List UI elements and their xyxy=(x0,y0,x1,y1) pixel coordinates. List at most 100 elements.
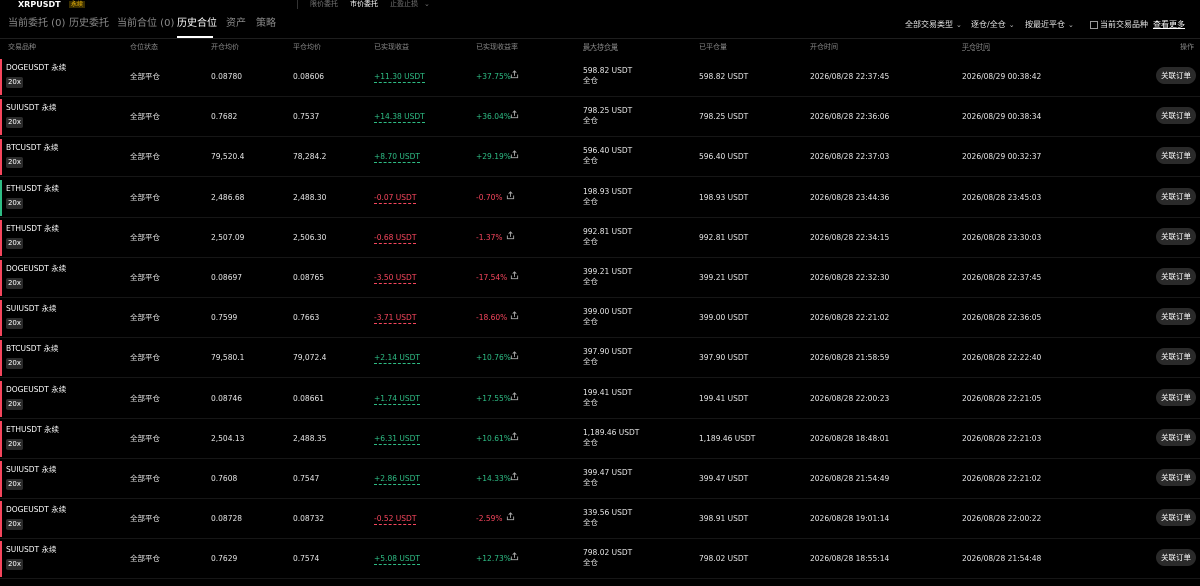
related-orders-button[interactable]: 关联订单 xyxy=(1156,187,1196,205)
related-orders-button[interactable]: 关联订单 xyxy=(1156,549,1196,567)
leverage-badge: 20x xyxy=(6,77,23,88)
chevron-down-icon[interactable]: ⌄ xyxy=(424,0,430,8)
share-icon[interactable] xyxy=(510,552,519,561)
share-icon[interactable] xyxy=(510,472,519,481)
row-realized-pnl[interactable]: +6.31 USDT xyxy=(374,434,420,445)
row-realized-pnl[interactable]: +11.30 USDT xyxy=(374,72,425,83)
share-icon[interactable] xyxy=(506,512,515,521)
tab-strategy[interactable]: 策略 xyxy=(256,17,276,31)
row-close-price: 0.7537 xyxy=(293,112,320,122)
row-symbol[interactable]: ETHUSDT 永续 xyxy=(6,425,59,434)
related-orders-button[interactable]: 关联订单 xyxy=(1156,147,1196,165)
related-orders-button[interactable]: 关联订单 xyxy=(1156,348,1196,366)
row-symbol[interactable]: SUIUSDT 永续 xyxy=(6,465,56,474)
table-row: ETHUSDT 永续 20x 全部平仓 2,507.09 2,506.30 -0.68 U… xyxy=(0,218,1200,258)
related-orders-button[interactable]: 关联订单 xyxy=(1156,227,1196,245)
related-orders-button[interactable]: 关联订单 xyxy=(1156,268,1196,285)
row-margin-mode: 全仓 xyxy=(583,437,598,447)
row-realized-pnl[interactable]: +5.08 USDT xyxy=(374,554,420,566)
tp-sl-tab[interactable]: 止盈止损 xyxy=(390,0,418,8)
margin-mode-filter[interactable]: 逐仓/全仓 ⌄ xyxy=(971,20,1015,30)
row-symbol[interactable]: BTCUSDT 永续 xyxy=(6,344,59,353)
col-action: 操作 xyxy=(1180,43,1194,51)
top-symbol[interactable]: XRPUSDT xyxy=(18,0,61,9)
row-symbol[interactable]: BTCUSDT 永续 xyxy=(6,143,59,152)
row-status: 全部平仓 xyxy=(130,393,160,403)
row-realized-roe: +36.04% xyxy=(476,112,511,122)
row-realized-pnl[interactable]: +14.38 USDT xyxy=(374,112,425,124)
direction-indicator xyxy=(0,420,2,457)
row-symbol[interactable]: DOGEUSDT 永续 xyxy=(6,63,66,72)
related-orders-button[interactable]: 关联订单 xyxy=(1156,107,1196,125)
row-open-time: 2026/08/28 22:37:03 xyxy=(810,152,890,162)
limit-order-tab[interactable]: 限价委托 xyxy=(310,0,338,8)
row-symbol[interactable]: DOGEUSDT 永续 xyxy=(6,385,66,394)
share-icon[interactable] xyxy=(510,311,519,320)
view-more-link[interactable]: 查看更多 xyxy=(1153,20,1185,30)
related-orders-button[interactable]: 关联订单 xyxy=(1156,67,1196,84)
related-orders-button[interactable]: 关联订单 xyxy=(1156,388,1196,406)
related-orders-button[interactable]: 关联订单 xyxy=(1156,469,1196,486)
chevron-down-icon: ⌄ xyxy=(1008,21,1015,29)
tab-assets[interactable]: 资产 xyxy=(226,17,246,31)
tab-position-history[interactable]: 历史合位 xyxy=(177,17,217,31)
row-realized-roe: -2.59% xyxy=(476,514,503,524)
share-icon[interactable] xyxy=(510,351,519,360)
related-orders-button[interactable]: 关联订单 xyxy=(1156,428,1196,446)
related-orders-button[interactable]: 关联订单 xyxy=(1156,308,1196,326)
row-symbol[interactable]: DOGEUSDT 永续 xyxy=(6,264,66,273)
row-open-price: 0.7629 xyxy=(211,554,238,564)
row-close-price: 0.7663 xyxy=(293,313,320,323)
chevron-down-icon: ⌄ xyxy=(1068,21,1074,29)
tab-open-positions[interactable]: 当前合位 (0) xyxy=(117,17,174,31)
share-icon[interactable] xyxy=(510,110,519,119)
row-realized-pnl[interactable]: -0.52 USDT xyxy=(374,514,417,526)
row-realized-roe: -1.37% xyxy=(476,232,503,242)
row-symbol[interactable]: SUIUSDT 永续 xyxy=(6,545,56,554)
row-symbol[interactable]: SUIUSDT 永续 xyxy=(6,304,56,313)
sort-filter[interactable]: 按最近平仓 ⌄ xyxy=(1025,20,1074,30)
row-open-price: 79,520.4 xyxy=(211,152,245,162)
row-open-price: 2,507.09 xyxy=(211,232,245,242)
tab-order-history[interactable]: 历史委托 xyxy=(69,17,109,31)
row-realized-pnl[interactable]: +2.14 USDT xyxy=(374,353,420,365)
leverage-badge: 20x xyxy=(6,559,23,571)
row-max-hold: 798.02 USDT xyxy=(583,548,633,558)
row-closed-qty: 798.25 USDT xyxy=(699,112,749,122)
col-realized-pnl: 已实现收益 xyxy=(374,43,409,51)
row-realized-pnl[interactable]: +8.70 USDT xyxy=(374,152,420,164)
row-symbol[interactable]: DOGEUSDT 永续 xyxy=(6,505,66,514)
leverage-badge: 20x xyxy=(6,398,23,410)
share-icon[interactable] xyxy=(510,271,519,280)
row-close-price: 78,284.2 xyxy=(293,152,327,162)
row-symbol[interactable]: ETHUSDT 永续 xyxy=(6,224,59,233)
current-symbol-checkbox[interactable] xyxy=(1090,21,1098,29)
share-icon[interactable] xyxy=(510,391,519,401)
row-closed-qty: 1,189.46 USDT xyxy=(699,433,756,443)
col-realized-roe: 已实现收益率 xyxy=(476,43,518,51)
share-icon[interactable] xyxy=(506,190,515,200)
row-max-hold: 339.56 USDT xyxy=(583,508,633,518)
row-symbol[interactable]: SUIUSDT 永续 xyxy=(6,103,56,112)
row-realized-pnl[interactable]: -3.50 USDT xyxy=(374,273,417,284)
share-icon[interactable] xyxy=(506,231,515,240)
leverage-badge: 20x xyxy=(6,157,23,169)
row-realized-pnl[interactable]: +1.74 USDT xyxy=(374,394,420,405)
row-margin-mode: 全仓 xyxy=(583,317,598,327)
share-icon[interactable] xyxy=(510,150,519,159)
related-orders-button[interactable]: 关联订单 xyxy=(1156,509,1196,527)
row-realized-pnl[interactable]: -0.68 USDT xyxy=(374,233,417,244)
row-realized-pnl[interactable]: +2.86 USDT xyxy=(374,474,420,485)
row-realized-pnl[interactable]: -0.07 USDT xyxy=(374,193,417,204)
row-close-time: 2026/08/29 00:38:42 xyxy=(962,72,1042,81)
row-realized-roe: +10.61% xyxy=(476,433,511,443)
market-order-tab[interactable]: 市价委托 xyxy=(350,0,378,8)
divider xyxy=(297,0,298,9)
share-icon[interactable] xyxy=(510,70,519,79)
tab-open-orders[interactable]: 当前委托 (0) xyxy=(8,17,65,31)
direction-indicator xyxy=(0,139,2,176)
row-symbol[interactable]: ETHUSDT 永续 xyxy=(6,184,59,193)
row-realized-pnl[interactable]: -3.71 USDT xyxy=(374,313,417,325)
share-icon[interactable] xyxy=(510,432,519,441)
trade-type-filter[interactable]: 全部交易类型 ⌄ xyxy=(905,20,962,30)
